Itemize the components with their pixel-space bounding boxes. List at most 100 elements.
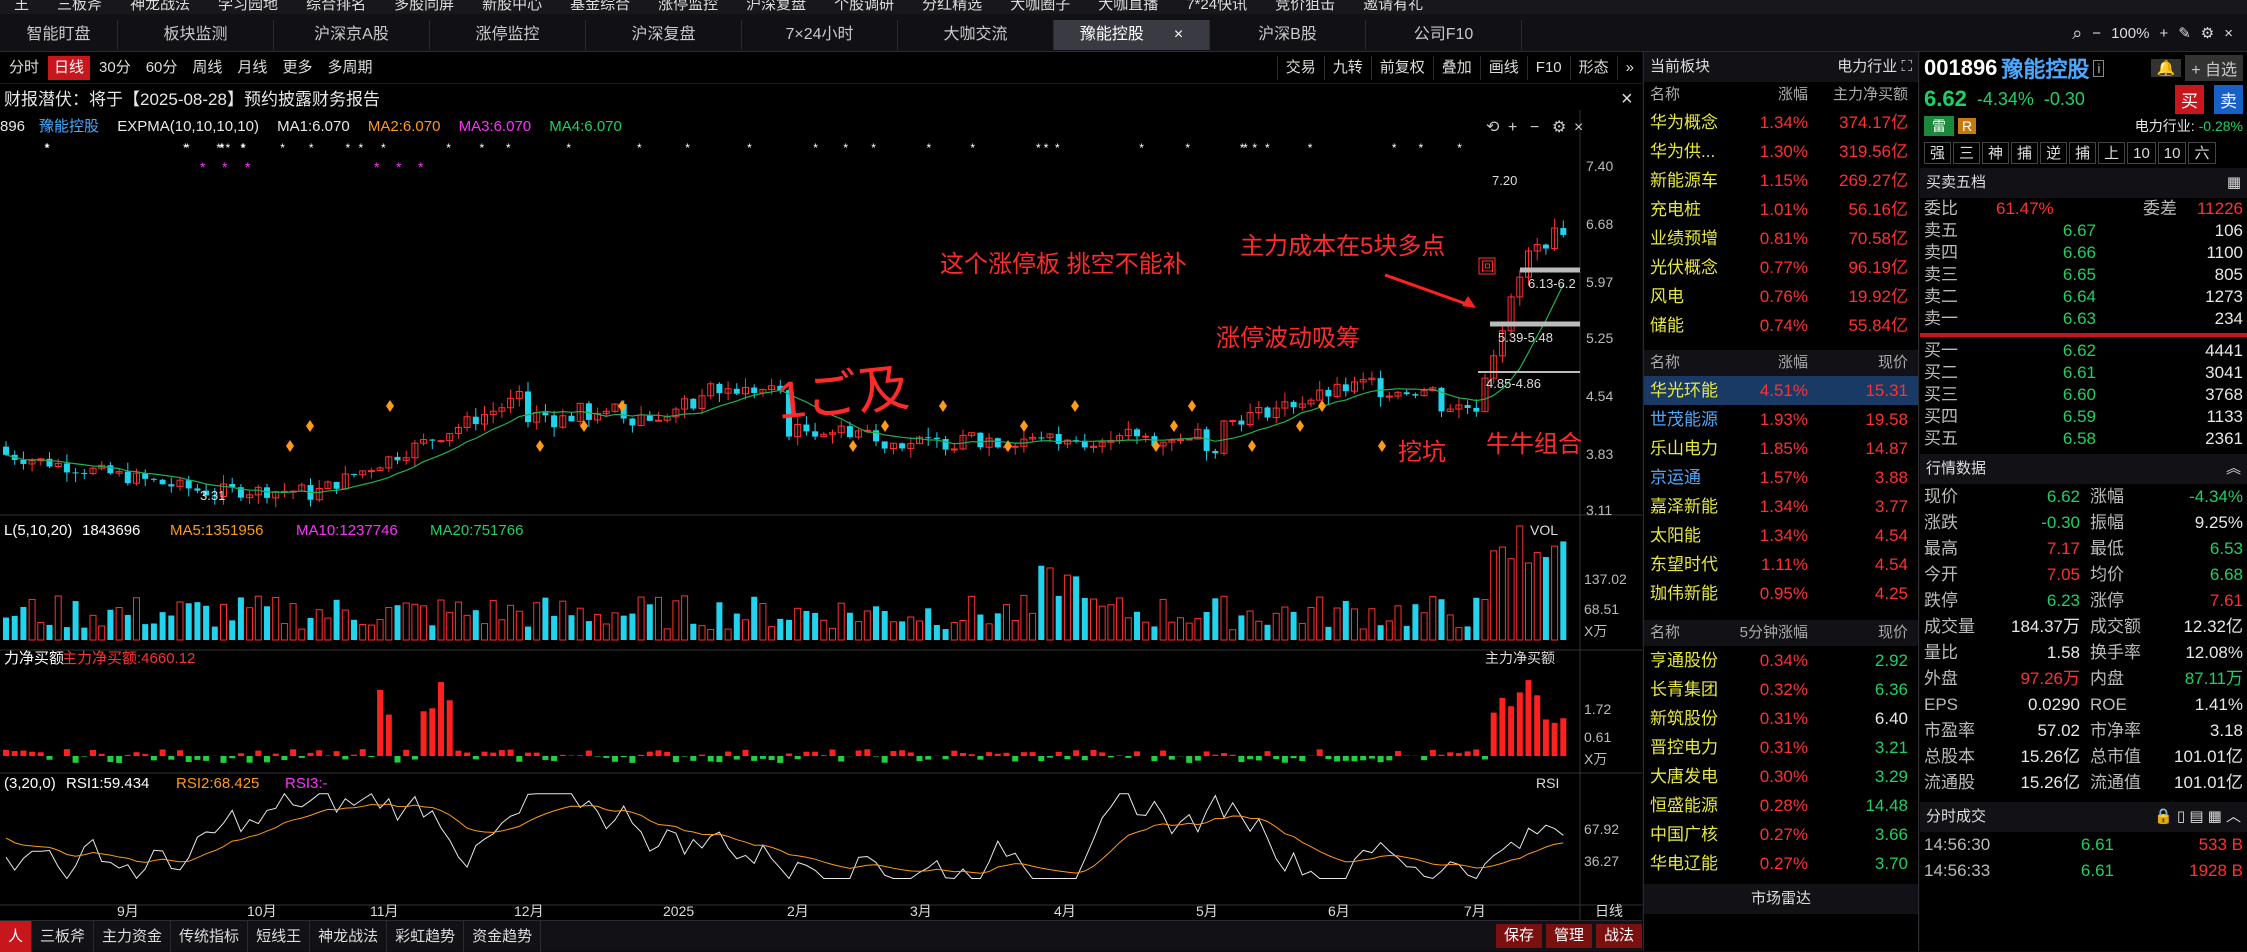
- top-menu-item[interactable]: 多股同屏: [380, 0, 468, 10]
- list-item[interactable]: 世茂能源1.93%19.58: [1644, 405, 1918, 434]
- gear-icon[interactable]: ⚙: [2201, 24, 2214, 42]
- list-item[interactable]: 东望时代1.11%4.54: [1644, 550, 1918, 579]
- order-row[interactable]: 卖四6.661100: [1920, 242, 2247, 264]
- order-row[interactable]: 卖五6.67106: [1920, 220, 2247, 242]
- list-item[interactable]: 长青集团0.32%6.36: [1644, 675, 1918, 704]
- list-item[interactable]: 华为概念1.34%374.17亿: [1644, 108, 1918, 137]
- order-row[interactable]: 卖三6.65805: [1920, 264, 2247, 286]
- quick-button[interactable]: 逆: [2040, 142, 2067, 164]
- top-menu-item[interactable]: 7*24快讯: [1172, 0, 1261, 10]
- list-item[interactable]: 京运通1.57%3.88: [1644, 463, 1918, 492]
- column-header[interactable]: 主力净买额: [1808, 82, 1914, 108]
- column-header[interactable]: 5分钟涨幅: [1738, 620, 1808, 646]
- order-row[interactable]: 买四6.591133: [1920, 406, 2247, 428]
- top-menu-item[interactable]: 分红精选: [908, 0, 996, 10]
- sell-button[interactable]: 卖: [2214, 85, 2243, 114]
- list-item[interactable]: 充电桩1.01%56.16亿: [1644, 195, 1918, 224]
- tab-0[interactable]: 智能盯盘: [0, 20, 118, 50]
- top-menu-item[interactable]: 沪深复盘: [732, 0, 820, 10]
- column-header[interactable]: 名称: [1644, 82, 1738, 108]
- r-tag[interactable]: R: [1958, 118, 1976, 134]
- expand-icon[interactable]: ⛶: [1901, 58, 1912, 75]
- list-item[interactable]: 亨通股份0.34%2.92: [1644, 646, 1918, 675]
- bottom-action-0[interactable]: 保存: [1496, 924, 1542, 948]
- top-menu-item[interactable]: 个股调研: [820, 0, 908, 10]
- list-item[interactable]: 乐山电力1.85%14.87: [1644, 434, 1918, 463]
- bell-icon[interactable]: 🔔: [2151, 59, 2182, 77]
- list-item[interactable]: 嘉泽新能1.34%3.77: [1644, 492, 1918, 521]
- top-menu-item[interactable]: 邀请有礼: [1349, 0, 1437, 10]
- top-menu-item[interactable]: 大咖直播: [1084, 0, 1172, 10]
- info-icon[interactable]: i: [2093, 60, 2104, 77]
- indicator-tab-4[interactable]: 短线王: [248, 921, 310, 952]
- expand-panel-icon[interactable]: »: [1617, 56, 1642, 80]
- zoom-out-icon[interactable]: −: [2092, 25, 2101, 42]
- list-item[interactable]: 太阳能1.34%4.54: [1644, 521, 1918, 550]
- brush-icon[interactable]: ✎: [2178, 24, 2191, 42]
- list-item[interactable]: 新筑股份0.31%6.40: [1644, 704, 1918, 733]
- top-menu-item[interactable]: 神龙战法: [116, 0, 204, 10]
- quick-button[interactable]: 捕: [2069, 142, 2096, 164]
- period-7[interactable]: 多周期: [321, 56, 378, 80]
- top-menu-item[interactable]: 大咖圈子: [996, 0, 1084, 10]
- top-menu-item[interactable]: 王: [0, 0, 43, 10]
- column-header[interactable]: 涨幅: [1738, 350, 1808, 376]
- ticks-controls[interactable]: 🔒 ▯ ▤ ▦ ︿: [2154, 802, 2241, 832]
- list-item[interactable]: 业绩预增0.81%70.58亿: [1644, 224, 1918, 253]
- chart-tool-3[interactable]: 叠加: [1433, 56, 1480, 80]
- list-item[interactable]: 风电0.76%19.92亿: [1644, 282, 1918, 311]
- top-menu-item[interactable]: 涨停监控: [644, 0, 732, 10]
- quick-button[interactable]: 神: [1982, 142, 2009, 164]
- top-menu-item[interactable]: 三板斧: [43, 0, 116, 10]
- tab-6[interactable]: 大咖交流: [898, 20, 1054, 50]
- chart-tool-icon[interactable]: ⟲: [1486, 119, 1500, 136]
- list-item[interactable]: 华为供...1.30%319.56亿: [1644, 137, 1918, 166]
- chart-tool-1[interactable]: 九转: [1324, 56, 1371, 80]
- list-item[interactable]: 华光环能4.51%15.31: [1644, 376, 1918, 405]
- top-menu-item[interactable]: 学习园地: [204, 0, 292, 10]
- order-row[interactable]: 买五6.582361: [1920, 428, 2247, 450]
- order-row[interactable]: 买二6.613041: [1920, 362, 2247, 384]
- sector-industry[interactable]: 电力行业: [1837, 58, 1897, 75]
- quick-button[interactable]: 上: [2098, 142, 2125, 164]
- tab-9[interactable]: 公司F10: [1366, 20, 1522, 50]
- bottom-action-2[interactable]: 战法: [1596, 924, 1642, 948]
- period-2[interactable]: 30分: [93, 56, 137, 80]
- period-3[interactable]: 60分: [140, 56, 184, 80]
- buy-button[interactable]: 买: [2175, 85, 2204, 114]
- quick-button[interactable]: 捕: [2011, 142, 2038, 164]
- top-menu-item[interactable]: 竞价狙击: [1261, 0, 1349, 10]
- tab-8[interactable]: 沪深B股: [1210, 20, 1366, 50]
- chart-tool-icon[interactable]: +: [1508, 119, 1517, 136]
- chart-tool-icon[interactable]: −: [1530, 119, 1539, 136]
- chart-tool-4[interactable]: 画线: [1480, 56, 1527, 80]
- chart-tool-0[interactable]: 交易: [1277, 56, 1324, 80]
- indicator-tab-2[interactable]: 主力资金: [94, 921, 171, 952]
- list-item[interactable]: 新能源车1.15%269.27亿: [1644, 166, 1918, 195]
- top-menu-item[interactable]: 基金综合: [556, 0, 644, 10]
- tab-4[interactable]: 沪深复盘: [586, 20, 742, 50]
- order-row[interactable]: 买三6.603768: [1920, 384, 2247, 406]
- list-item[interactable]: 中国广核0.27%3.66: [1644, 820, 1918, 849]
- collapse-icon[interactable]: ︽: [2226, 454, 2241, 484]
- tab-3[interactable]: 涨停监控: [430, 20, 586, 50]
- top-menu-item[interactable]: 新股中心: [468, 0, 556, 10]
- tab-2[interactable]: 沪深京A股: [274, 20, 430, 50]
- thunder-tag[interactable]: 雷: [1924, 116, 1954, 136]
- top-menu-item[interactable]: 综合排名: [292, 0, 380, 10]
- column-header[interactable]: 涨幅: [1738, 82, 1808, 108]
- order-row[interactable]: 卖二6.641273: [1920, 286, 2247, 308]
- period-1[interactable]: 日线: [48, 56, 90, 80]
- indicator-tab-1[interactable]: 三板斧: [32, 921, 94, 952]
- indicator-tab-5[interactable]: 神龙战法: [310, 921, 387, 952]
- radar-footer[interactable]: 市场雷达: [1644, 884, 1918, 914]
- notice-close-icon[interactable]: ×: [1621, 88, 1633, 111]
- order-row[interactable]: 卖一6.63234: [1920, 308, 2247, 330]
- list-item[interactable]: 华电辽能0.27%3.70: [1644, 849, 1918, 878]
- indicator-tab-6[interactable]: 彩虹趋势: [387, 921, 464, 952]
- tab-1[interactable]: 板块监测: [118, 20, 274, 50]
- bottom-action-1[interactable]: 管理: [1546, 924, 1592, 948]
- list-item[interactable]: 晋控电力0.31%3.21: [1644, 733, 1918, 762]
- list-item[interactable]: 光伏概念0.77%96.19亿: [1644, 253, 1918, 282]
- indicator-tab-7[interactable]: 资金趋势: [464, 921, 541, 952]
